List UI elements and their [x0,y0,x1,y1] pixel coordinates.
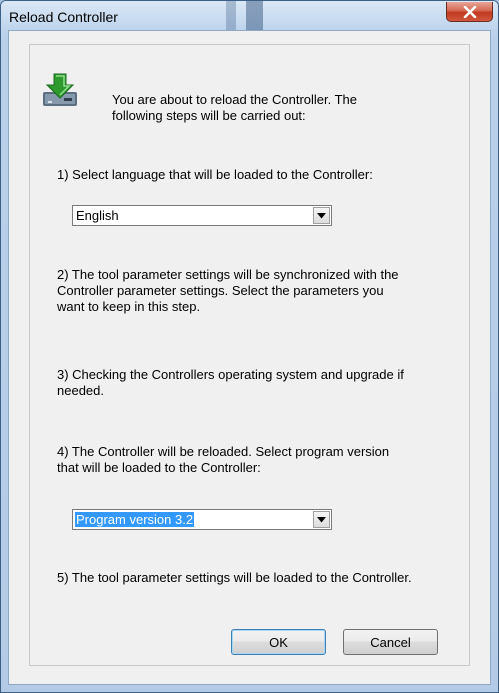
language-select-value: English [76,208,119,223]
download-arrow-icon [40,72,80,112]
language-select[interactable]: English [72,205,332,226]
close-button[interactable] [446,2,493,22]
close-icon [463,5,476,18]
step1-text: 1) Select language that will be loaded t… [57,167,373,182]
intro-text: You are about to reload the Controller. … [112,92,358,123]
cancel-button[interactable]: Cancel [343,629,438,655]
window-title: Reload Controller [9,9,118,25]
language-select-dropdown-button[interactable] [313,207,330,224]
chevron-down-icon [317,212,326,218]
program-version-select-dropdown-button[interactable] [313,511,330,528]
step4-text: 4) The Controller will be reloaded. Sele… [57,444,390,475]
ok-button[interactable]: OK [231,629,326,655]
program-version-select[interactable]: Program version 3.2 [72,509,332,530]
program-version-select-value: Program version 3.2 [73,511,196,528]
step5-text: 5) The tool parameter settings will be l… [57,570,412,585]
dialog-window: Reload Controller You are about to reloa… [0,0,499,693]
step3-text: 3) Checking the Controllers operating sy… [57,367,404,398]
content-panel: You are about to reload the Controller. … [29,44,470,666]
title-bar[interactable]: Reload Controller [1,1,498,31]
chevron-down-icon [317,516,326,522]
step2-text: 2) The tool parameter settings will be s… [57,267,399,314]
dialog-client-area: You are about to reload the Controller. … [8,30,491,685]
